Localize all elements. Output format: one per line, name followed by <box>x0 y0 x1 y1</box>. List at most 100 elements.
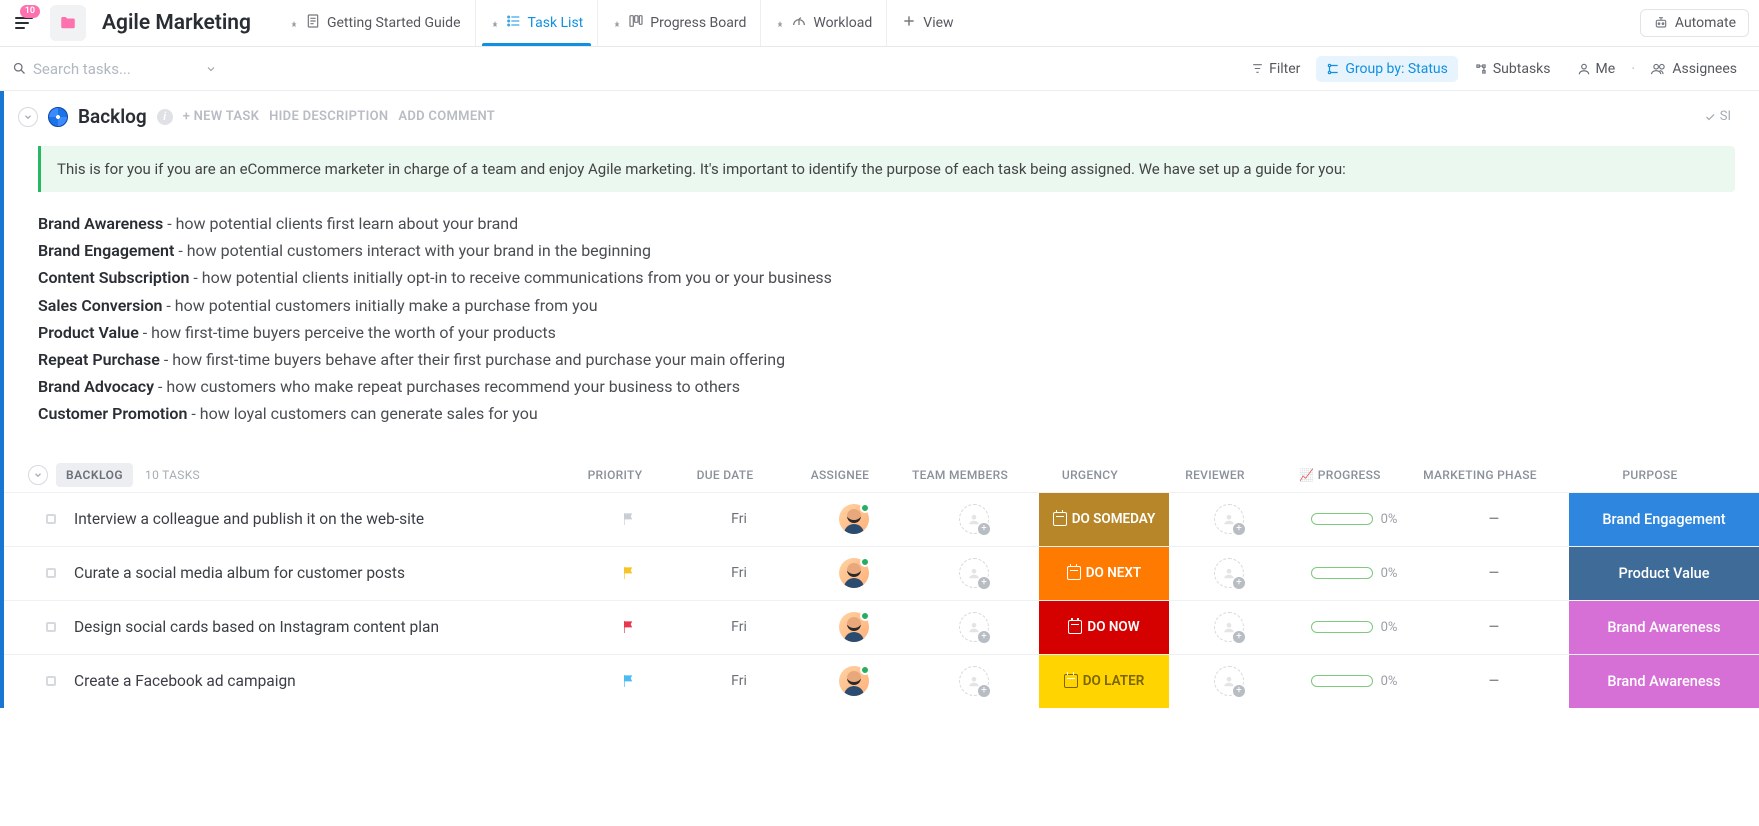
view-tab-task-list[interactable]: Task List <box>475 0 598 46</box>
collapse-group-button[interactable] <box>18 107 38 127</box>
priority-cell[interactable] <box>579 493 679 546</box>
menu-toggle[interactable]: 10 <box>10 9 38 37</box>
task-row[interactable]: Design social cards based on Instagram c… <box>4 600 1759 654</box>
reviewer-cell[interactable] <box>1169 547 1289 600</box>
add-assignee-button[interactable] <box>1214 666 1244 696</box>
add-comment-button[interactable]: ADD COMMENT <box>398 109 495 124</box>
new-task-button[interactable]: + NEW TASK <box>183 109 259 124</box>
priority-cell[interactable] <box>579 601 679 654</box>
progress-cell[interactable]: 0% <box>1289 547 1419 600</box>
collapse-table-button[interactable] <box>28 465 48 485</box>
task-checkbox[interactable] <box>28 514 74 524</box>
purpose-cell[interactable]: Brand Awareness <box>1569 655 1759 708</box>
view-tab-view[interactable]: View <box>886 0 967 46</box>
groupby-button[interactable]: Group by: Status <box>1316 56 1457 82</box>
team-cell[interactable] <box>909 601 1039 654</box>
due-date-cell[interactable]: Fri <box>679 601 799 654</box>
priority-cell[interactable] <box>579 547 679 600</box>
chevron-down-icon[interactable] <box>205 63 217 75</box>
team-cell[interactable] <box>909 547 1039 600</box>
purpose-cell[interactable]: Brand Awareness <box>1569 601 1759 654</box>
reviewer-cell[interactable] <box>1169 655 1289 708</box>
progress-text: 0% <box>1381 620 1398 635</box>
assignees-button[interactable]: Assignees <box>1641 56 1747 82</box>
phase-cell[interactable]: – <box>1419 493 1569 546</box>
progress-cell[interactable]: 0% <box>1289 493 1419 546</box>
definition-item: Brand Engagement - how potential custome… <box>38 237 1735 264</box>
save-indicator[interactable]: SI <box>1704 109 1731 124</box>
pin-icon <box>775 18 785 28</box>
due-date-cell[interactable]: Fri <box>679 547 799 600</box>
urgency-cell[interactable]: DO LATER <box>1039 655 1169 708</box>
table-header: BACKLOG 10 TASKS PRIORITYDUE DATEASSIGNE… <box>4 458 1759 492</box>
task-checkbox[interactable] <box>28 676 74 686</box>
due-date-cell[interactable]: Fri <box>679 655 799 708</box>
column-header[interactable]: PRIORITY <box>565 468 665 482</box>
urgency-cell[interactable]: DO SOMEDAY <box>1039 493 1169 546</box>
phase-cell[interactable]: – <box>1419 547 1569 600</box>
progress-cell[interactable]: 0% <box>1289 601 1419 654</box>
column-header[interactable]: 📈 PROGRESS <box>1275 468 1405 482</box>
purpose-cell[interactable]: Product Value <box>1569 547 1759 600</box>
due-date-cell[interactable]: Fri <box>679 493 799 546</box>
add-assignee-button[interactable] <box>959 504 989 534</box>
space-title: Agile Marketing <box>102 11 251 35</box>
view-tab-getting-started-guide[interactable]: Getting Started Guide <box>275 0 475 46</box>
view-tab-progress-board[interactable]: Progress Board <box>597 0 760 46</box>
task-name[interactable]: Curate a social media album for customer… <box>74 555 579 592</box>
column-header[interactable]: URGENCY <box>1025 468 1155 482</box>
status-chip[interactable]: BACKLOG <box>56 463 133 487</box>
add-assignee-button[interactable] <box>1214 558 1244 588</box>
task-checkbox[interactable] <box>28 622 74 632</box>
add-assignee-button[interactable] <box>1214 612 1244 642</box>
team-cell[interactable] <box>909 655 1039 708</box>
assignee-cell[interactable] <box>799 547 909 600</box>
subtasks-button[interactable]: Subtasks <box>1464 56 1561 82</box>
search-input[interactable] <box>33 60 193 78</box>
folder-icon[interactable] <box>50 5 86 41</box>
add-assignee-button[interactable] <box>959 612 989 642</box>
assignee-cell[interactable] <box>799 601 909 654</box>
urgency-cell[interactable]: DO NEXT <box>1039 547 1169 600</box>
group-header: Backlog i + NEW TASK HIDE DESCRIPTION AD… <box>4 105 1759 128</box>
task-name[interactable]: Create a Facebook ad campaign <box>74 663 579 700</box>
task-name[interactable]: Interview a colleague and publish it on … <box>74 501 579 538</box>
progress-cell[interactable]: 0% <box>1289 655 1419 708</box>
task-row[interactable]: Interview a colleague and publish it on … <box>4 492 1759 546</box>
assignee-cell[interactable] <box>799 655 909 708</box>
task-row[interactable]: Curate a social media album for customer… <box>4 546 1759 600</box>
priority-cell[interactable] <box>579 655 679 708</box>
column-header[interactable]: DUE DATE <box>665 468 785 482</box>
assignee-cell[interactable] <box>799 493 909 546</box>
search-field[interactable] <box>12 60 217 78</box>
calendar-icon <box>1067 566 1081 580</box>
list-icon <box>506 13 522 33</box>
column-header[interactable]: MARKETING PHASE <box>1405 468 1555 482</box>
task-checkbox[interactable] <box>28 568 74 578</box>
team-cell[interactable] <box>909 493 1039 546</box>
presence-dot <box>860 503 870 513</box>
urgency-cell[interactable]: DO NOW <box>1039 601 1169 654</box>
phase-cell[interactable]: – <box>1419 601 1569 654</box>
column-header[interactable]: PURPOSE <box>1555 468 1745 482</box>
view-tab-workload[interactable]: Workload <box>760 0 886 46</box>
automate-button[interactable]: Automate <box>1640 9 1749 37</box>
add-assignee-button[interactable] <box>959 666 989 696</box>
task-name[interactable]: Design social cards based on Instagram c… <box>74 609 579 646</box>
reviewer-cell[interactable] <box>1169 601 1289 654</box>
column-header[interactable]: REVIEWER <box>1155 468 1275 482</box>
me-button[interactable]: Me <box>1567 56 1626 82</box>
column-header[interactable]: ASSIGNEE <box>785 468 895 482</box>
add-assignee-button[interactable] <box>1214 504 1244 534</box>
presence-dot <box>860 611 870 621</box>
task-row[interactable]: Create a Facebook ad campaign Fri DO LATER… <box>4 654 1759 708</box>
hide-description-button[interactable]: HIDE DESCRIPTION <box>269 109 388 124</box>
info-icon[interactable]: i <box>157 109 173 125</box>
purpose-cell[interactable]: Brand Engagement <box>1569 493 1759 546</box>
filter-button[interactable]: Filter <box>1241 56 1310 82</box>
view-label: View <box>923 15 953 31</box>
add-assignee-button[interactable] <box>959 558 989 588</box>
phase-cell[interactable]: – <box>1419 655 1569 708</box>
reviewer-cell[interactable] <box>1169 493 1289 546</box>
column-header[interactable]: TEAM MEMBERS <box>895 468 1025 482</box>
